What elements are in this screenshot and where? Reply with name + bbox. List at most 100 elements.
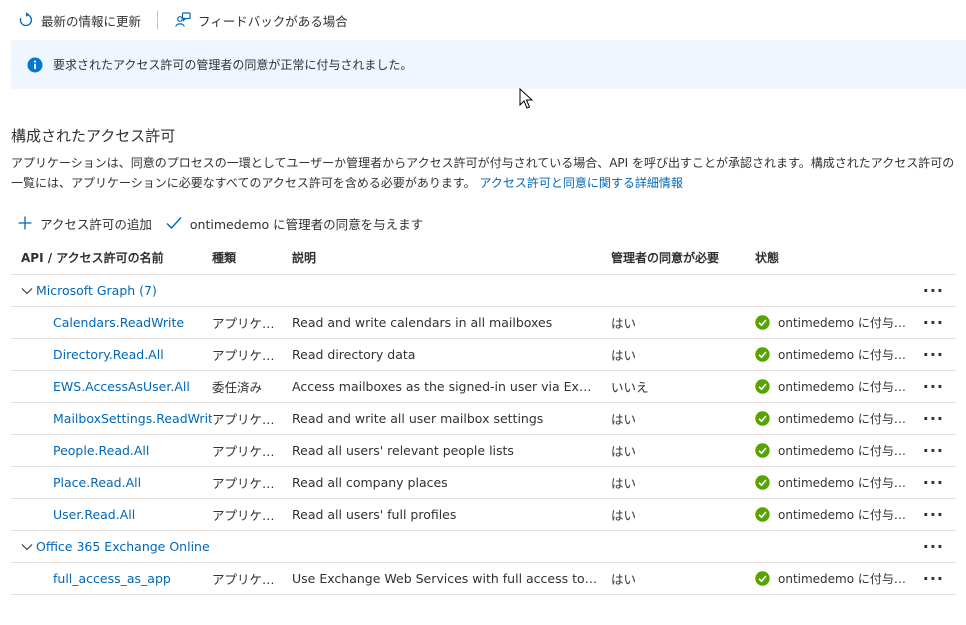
feedback-button[interactable]: フィードバックがある場合: [174, 5, 348, 35]
status-cell: ontimedemo に付与さ…: [751, 570, 916, 587]
status-cell: ontimedemo に付与さ…: [751, 506, 916, 523]
permission-description: Read and write all user mailbox settings: [292, 411, 544, 426]
permission-name-link[interactable]: EWS.AccessAsUser.All: [53, 379, 190, 394]
row-more-button[interactable]: ···: [916, 378, 956, 394]
permission-type: アプリケー…: [212, 316, 288, 331]
chevron-down-icon: [21, 543, 33, 550]
more-icon: ···: [922, 312, 944, 332]
table-row: EWS.AccessAsUser.All 委任済み Access mailboxes…: [11, 371, 956, 403]
admin-consent-value: はい: [611, 476, 637, 491]
permission-name-link[interactable]: Directory.Read.All: [53, 347, 164, 362]
mouse-cursor-icon: [519, 88, 533, 109]
permission-type: アプリケー…: [212, 412, 288, 427]
status-text: ontimedemo に付与さ…: [778, 476, 916, 490]
add-permission-button[interactable]: アクセス許可の追加: [18, 214, 152, 233]
group-more-button[interactable]: ···: [157, 280, 956, 300]
permission-description: Use Exchange Web Services with full acce…: [292, 571, 598, 586]
table-body: Microsoft Graph (7) ··· Calendars.ReadWrit…: [11, 275, 956, 595]
group-title: Office 365 Exchange Online: [36, 539, 210, 554]
permission-type: アプリケー…: [212, 508, 288, 523]
permission-name-link[interactable]: Place.Read.All: [53, 475, 141, 490]
header-description: 説明: [292, 251, 317, 265]
row-more-button[interactable]: ···: [916, 472, 956, 492]
row-more-button[interactable]: ···: [916, 504, 956, 524]
permission-name-link[interactable]: Calendars.ReadWrite: [53, 315, 184, 330]
refresh-button[interactable]: 最新の情報に更新: [18, 5, 141, 35]
info-icon: [27, 57, 43, 72]
admin-consent-value: はい: [611, 508, 637, 523]
more-icon: ···: [922, 568, 944, 588]
status-text: ontimedemo に付与さ…: [778, 444, 916, 458]
status-cell: ontimedemo に付与さ…: [751, 442, 916, 459]
toolbar: 最新の情報に更新 フィードバックがある場合: [0, 0, 966, 40]
permission-name-link[interactable]: MailboxSettings.ReadWrit: [53, 411, 212, 426]
chevron-down-icon: [21, 287, 33, 294]
table-row: full_access_as_app アプリケー… Use Exchange Web…: [11, 563, 956, 595]
row-more-button[interactable]: ···: [916, 440, 956, 460]
table-row: People.Read.All アプリケー… Read all users' rel…: [11, 435, 956, 467]
status-cell: ontimedemo に付与さ…: [751, 346, 916, 363]
more-icon: ···: [922, 408, 944, 428]
plus-icon: [18, 216, 32, 230]
status-cell: ontimedemo に付与さ…: [751, 314, 916, 331]
permission-name-link[interactable]: People.Read.All: [53, 443, 149, 458]
table-row: Directory.Read.All アプリケー… Read directory d…: [11, 339, 956, 371]
table-row: Calendars.ReadWrite アプリケー… Read and write …: [11, 307, 956, 339]
section-title: 構成されたアクセス許可: [11, 127, 176, 145]
success-check-icon: [755, 315, 770, 330]
more-icon: ···: [922, 440, 944, 460]
info-message: 要求されたアクセス許可の管理者の同意が正常に付与されました。: [53, 58, 413, 72]
permissions-table: API / アクセス許可の名前 種類 説明 管理者の同意が必要 状態 Micro…: [11, 241, 956, 595]
permission-type: アプリケー…: [212, 348, 288, 363]
status-text: ontimedemo に付与さ…: [778, 316, 916, 330]
table-row: User.Read.All アプリケー… Read all users' full …: [11, 499, 956, 531]
more-icon: ···: [922, 280, 944, 300]
success-check-icon: [755, 347, 770, 362]
checkmark-icon: [166, 217, 182, 230]
permission-name-link[interactable]: User.Read.All: [53, 507, 135, 522]
admin-consent-value: はい: [611, 316, 637, 331]
row-more-button[interactable]: ···: [916, 344, 956, 364]
section-description: アプリケーションは、同意のプロセスの一環としてユーザーか管理者からアクセス許可が…: [11, 153, 956, 193]
permission-description: Read all company places: [292, 475, 448, 490]
permission-type: アプリケー…: [212, 444, 288, 459]
status-text: ontimedemo に付与さ…: [778, 508, 916, 522]
success-check-icon: [755, 571, 770, 586]
refresh-icon: [19, 12, 33, 27]
group-more-button[interactable]: ···: [210, 538, 956, 554]
feedback-label: フィードバックがある場合: [198, 13, 348, 29]
group-toggle[interactable]: Office 365 Exchange Online: [11, 539, 210, 554]
row-more-button[interactable]: ···: [916, 408, 956, 428]
permission-name-link[interactable]: full_access_as_app: [53, 571, 171, 586]
grant-consent-button[interactable]: ontimedemo に管理者の同意を与えます: [166, 214, 423, 233]
status-cell: ontimedemo に付与さ…: [751, 410, 916, 427]
header-admin-consent: 管理者の同意が必要: [611, 251, 720, 265]
permission-group: Microsoft Graph (7) ···: [11, 275, 956, 307]
group-title: Microsoft Graph (7): [36, 283, 157, 298]
more-icon: ···: [922, 472, 944, 492]
admin-consent-value: いいえ: [611, 380, 649, 395]
row-more-button[interactable]: ···: [916, 568, 956, 588]
permission-description: Read all users' full profiles: [292, 507, 457, 522]
status-text: ontimedemo に付与さ…: [778, 348, 916, 362]
admin-consent-value: はい: [611, 444, 637, 459]
success-check-icon: [755, 507, 770, 522]
row-more-button[interactable]: ···: [916, 312, 956, 332]
permissions-command-bar: アクセス許可の追加 ontimedemo に管理者の同意を与えます: [18, 210, 437, 236]
admin-consent-value: はい: [611, 572, 637, 587]
status-text: ontimedemo に付与さ…: [778, 412, 916, 426]
more-icon: ···: [922, 504, 944, 524]
more-icon: ···: [922, 344, 944, 364]
group-toggle[interactable]: Microsoft Graph (7): [11, 283, 157, 298]
learn-more-link[interactable]: アクセス許可と同意に関する詳細情報: [479, 176, 682, 190]
status-text: ontimedemo に付与さ…: [778, 380, 916, 394]
status-cell: ontimedemo に付与さ…: [751, 378, 916, 395]
grant-consent-label: ontimedemo に管理者の同意を与えます: [189, 216, 424, 232]
permission-description: Read and write calendars in all mailboxe…: [292, 315, 553, 330]
permission-description: Read directory data: [292, 347, 416, 362]
permission-type: 委任済み: [212, 380, 263, 395]
permission-type: アプリケー…: [212, 572, 288, 587]
feedback-icon: [175, 12, 191, 27]
table-header: API / アクセス許可の名前 種類 説明 管理者の同意が必要 状態: [11, 241, 956, 275]
permission-group: Office 365 Exchange Online ···: [11, 531, 956, 563]
